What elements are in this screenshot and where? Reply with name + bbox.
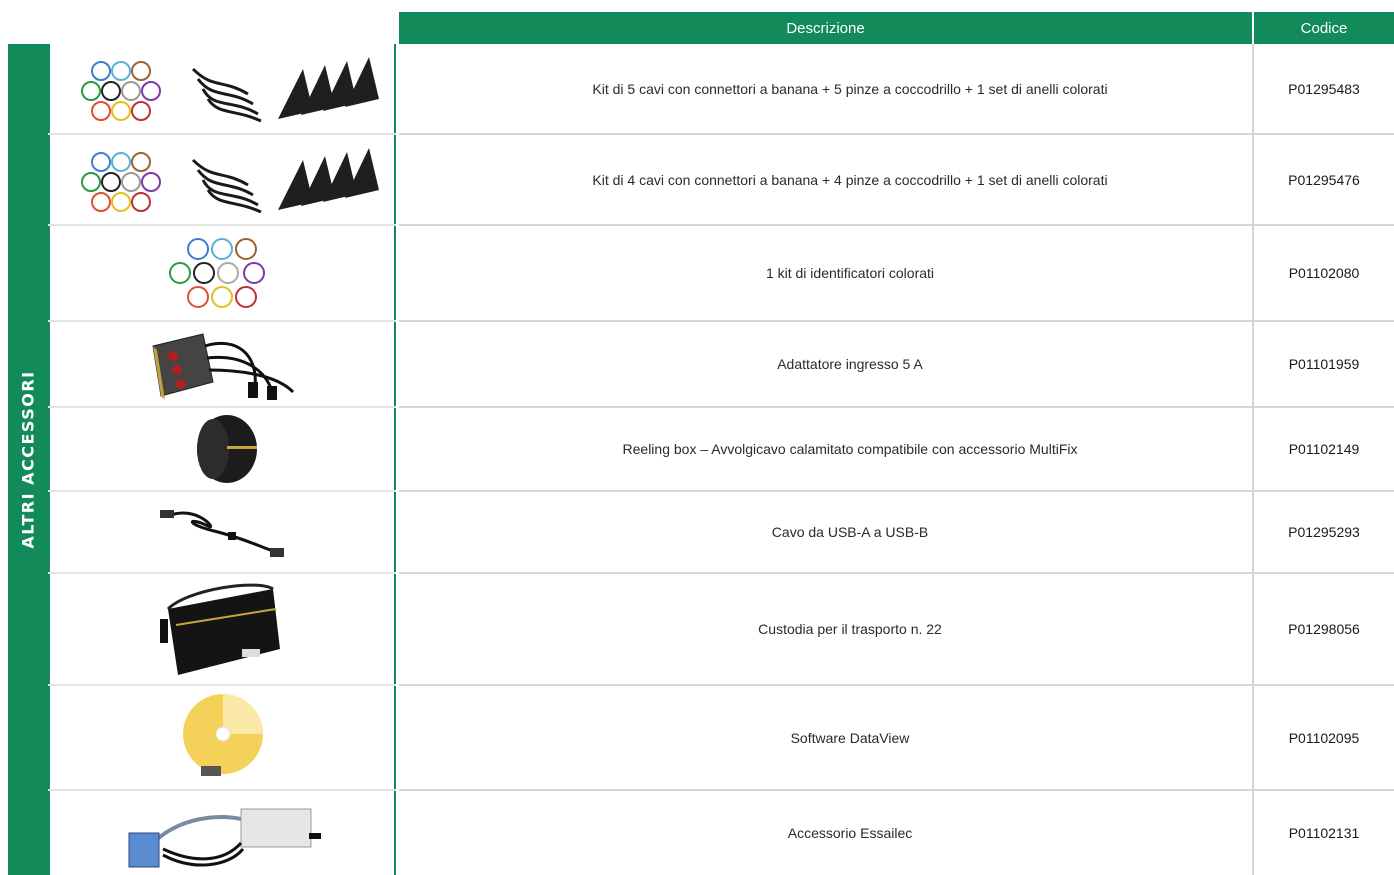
row-code: P01101959 <box>1288 356 1360 372</box>
header-description: Descrizione <box>399 12 1252 44</box>
row-code: P01295476 <box>1288 171 1360 188</box>
table-row: Kit di 4 cavi con connettori a banana + … <box>48 135 1394 224</box>
row-code: P01295293 <box>1288 524 1360 540</box>
row-description: Cavo da USB-A a USB-B <box>771 524 929 540</box>
table-row: Reeling box – Avvolgicavo calamitato com… <box>48 408 1394 490</box>
table-row: Adattatore ingresso 5 A P01101959 <box>48 322 1394 406</box>
row-description: Adattatore ingresso 5 A <box>777 356 923 372</box>
sidebar-label: ALTRI ACCESSORI <box>18 370 38 549</box>
row-code: P01295483 <box>1288 80 1360 97</box>
row-description: Kit di 5 cavi con connettori a banana + … <box>592 80 1108 97</box>
row-code: P01102149 <box>1288 441 1360 457</box>
table-row: Accessorio Essailec P01102131 <box>48 791 1394 875</box>
row-code: P01102095 <box>1288 729 1360 746</box>
row-description: Custodia per il trasporto n. 22 <box>758 621 942 637</box>
row-code: P01102131 <box>1288 825 1360 841</box>
row-description: Reeling box – Avvolgicavo calamitato com… <box>622 441 1078 457</box>
reeling-box-icon <box>48 408 398 490</box>
table-row: Software DataView P01102095 <box>48 686 1394 789</box>
table-row: 1 kit di identificatori colorati P011020… <box>48 226 1394 320</box>
row-description: Accessorio Essailec <box>787 825 913 841</box>
table-row: Kit di 5 cavi con connettori a banana + … <box>48 44 1394 133</box>
header-code: Codice <box>1254 12 1394 44</box>
row-description: 1 kit di identificatori colorati <box>765 265 935 281</box>
row-description: Software DataView <box>790 729 910 746</box>
row-code: P01298056 <box>1288 621 1360 637</box>
cables-clips-rings-kit-icon <box>48 44 398 133</box>
essailec-accessory-icon <box>48 791 398 875</box>
software-cd-icon <box>48 686 398 789</box>
adapter-box-icon <box>48 322 398 406</box>
colored-rings-icon <box>48 226 398 320</box>
table-row: Cavo da USB-A a USB-B P01295293 <box>48 492 1394 572</box>
usb-cable-icon <box>48 492 398 572</box>
carrying-bag-icon <box>48 574 398 684</box>
sidebar-label-wrap: ALTRI ACCESSORI <box>8 44 48 875</box>
row-code: P01102080 <box>1288 265 1360 281</box>
cables-clips-rings-kit-icon <box>48 135 398 224</box>
table-row: Custodia per il trasporto n. 22 P0129805… <box>48 574 1394 684</box>
row-description: Kit di 4 cavi con connettori a banana + … <box>592 171 1108 188</box>
